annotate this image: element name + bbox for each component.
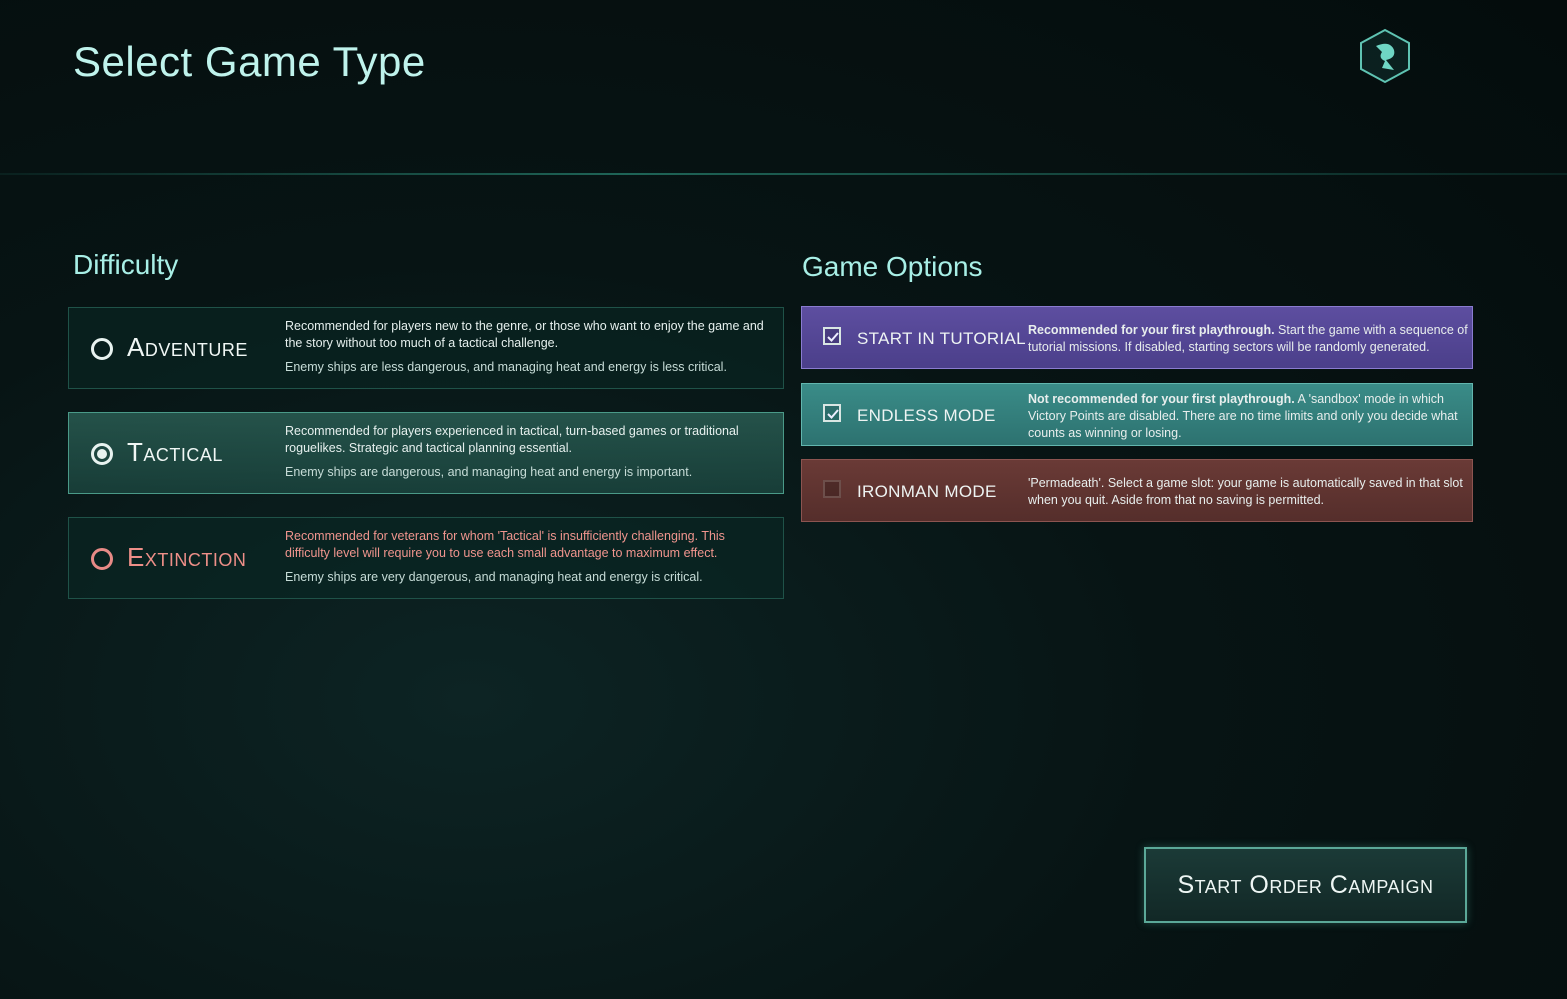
option-name: ENDLESS MODE [857, 406, 996, 425]
checkmark-icon [827, 332, 839, 342]
hexagon-logo-icon [1358, 28, 1412, 84]
game-options-heading: Game Options [802, 251, 983, 282]
option-endless-mode[interactable]: ENDLESS MODE Not recommended for your fi… [801, 383, 1473, 446]
difficulty-option-extinction[interactable]: Extinction Recommended for veterans for … [68, 517, 784, 599]
option-description: 'Permadeath'. Select a game slot: your g… [1028, 475, 1468, 509]
endless-checkbox[interactable] [823, 404, 841, 422]
difficulty-option-tactical[interactable]: Tactical Recommended for players experie… [68, 412, 784, 494]
difficulty-description: Recommended for players experienced in t… [285, 424, 739, 455]
difficulty-detail: Enemy ships are less dangerous, and mana… [285, 360, 727, 374]
option-emphasis: Recommended for your first playthrough. [1028, 323, 1275, 337]
tutorial-checkbox[interactable] [823, 327, 841, 345]
option-start-in-tutorial[interactable]: START IN TUTORIAL Recommended for your f… [801, 306, 1473, 369]
option-detail: 'Permadeath'. Select a game slot: your g… [1028, 476, 1463, 507]
radio-button[interactable] [91, 338, 113, 360]
difficulty-description: Recommended for players new to the genre… [285, 319, 764, 350]
difficulty-name: Adventure [127, 332, 248, 362]
checkmark-icon [827, 409, 839, 419]
difficulty-description: Recommended for veterans for whom 'Tacti… [285, 529, 725, 560]
difficulty-name: Extinction [127, 542, 247, 572]
difficulty-detail: Enemy ships are very dangerous, and mana… [285, 570, 703, 584]
radio-button[interactable] [91, 548, 113, 570]
difficulty-detail: Enemy ships are dangerous, and managing … [285, 465, 693, 479]
option-ironman-mode[interactable]: IRONMAN MODE 'Permadeath'. Select a game… [801, 459, 1473, 522]
page-title: Select Game Type [73, 38, 426, 85]
start-campaign-button[interactable]: Start Order Campaign [1144, 847, 1467, 923]
option-description: Not recommended for your first playthrou… [1028, 391, 1468, 442]
radio-button-selected[interactable] [91, 443, 113, 465]
difficulty-name: Tactical [127, 437, 223, 467]
difficulty-option-adventure[interactable]: Adventure Recommended for players new to… [68, 307, 784, 389]
header-divider-line [0, 173, 1567, 175]
option-name: IRONMAN MODE [857, 482, 997, 501]
option-name: START IN TUTORIAL [857, 329, 1026, 348]
option-emphasis: Not recommended for your first playthrou… [1028, 392, 1295, 406]
ironman-checkbox[interactable] [823, 480, 841, 498]
difficulty-heading: Difficulty [73, 249, 179, 280]
option-description: Recommended for your first playthrough. … [1028, 322, 1468, 356]
